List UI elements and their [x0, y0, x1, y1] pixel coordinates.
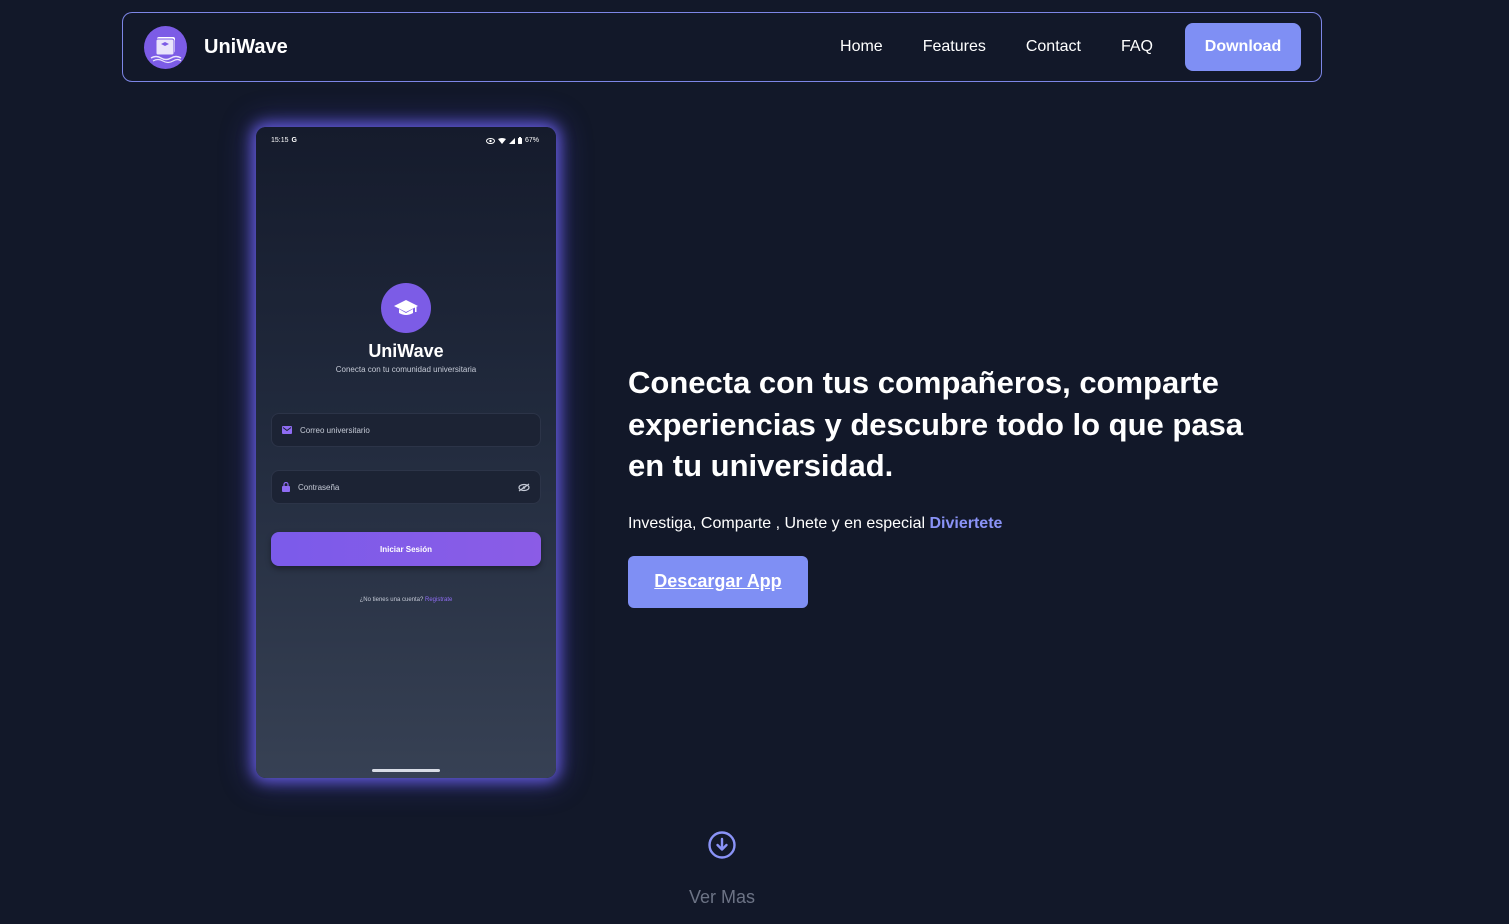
nav-links: Home Features Contact FAQ — [840, 38, 1153, 56]
phone-app-title: UniWave — [368, 341, 444, 361]
status-battery: 67% — [524, 137, 539, 144]
mail-icon — [282, 426, 292, 434]
landing-page: UniWave Home Features Contact FAQ Downlo… — [0, 0, 1509, 924]
nav-link-home[interactable]: Home — [840, 38, 883, 56]
register-link[interactable]: Registrate — [425, 597, 452, 603]
email-field[interactable]: Correo universitario — [271, 413, 541, 447]
download-button[interactable]: Download — [1185, 23, 1301, 71]
hero-title: Conecta con tus compañeros, comparte exp… — [628, 365, 1244, 483]
status-time: 15:15 — [271, 137, 289, 144]
brand-name: UniWave — [204, 35, 288, 58]
navbar: UniWave Home Features Contact FAQ Downlo… — [122, 12, 1322, 82]
nav-link-faq[interactable]: FAQ — [1121, 38, 1153, 56]
battery-icon — [517, 137, 522, 144]
see-more-label[interactable]: Ver Mas — [689, 887, 755, 908]
password-field[interactable]: Contraseña — [271, 470, 541, 504]
signal-icon — [508, 137, 515, 144]
wifi-icon — [497, 137, 506, 144]
register-text: ¿No tienes una cuenta? — [359, 597, 424, 603]
login-button[interactable]: Iniciar Sesión — [271, 532, 541, 566]
status-right: 67% — [485, 137, 539, 144]
google-icon: G — [291, 137, 297, 144]
see-more[interactable]: Ver Mas — [672, 830, 772, 908]
nav-link-features[interactable]: Features — [923, 38, 986, 56]
brand[interactable]: UniWave — [144, 25, 288, 69]
nav-right: Home Features Contact FAQ Download — [840, 23, 1301, 71]
phone-status-bar: 15:15 G 67% — [271, 137, 539, 144]
hero-section: Conecta con tus compañeros, comparte exp… — [628, 362, 1248, 608]
download-app-button[interactable]: Descargar App — [628, 555, 808, 608]
lock-icon — [282, 482, 290, 492]
status-left: 15:15 G — [271, 137, 297, 144]
nav-link-contact[interactable]: Contact — [1026, 38, 1081, 56]
phone-mockup: 15:15 G 67% UniWave Conecta con tu comun… — [256, 127, 556, 778]
hero-subtitle-accent: Diviertete — [929, 514, 1003, 532]
arrow-down-circle-icon[interactable] — [707, 830, 737, 860]
phone-app-subtitle: Conecta con tu comunidad universitaria — [335, 365, 477, 374]
register-prompt: ¿No tienes una cuenta? Registrate — [256, 597, 556, 603]
home-indicator — [372, 769, 440, 772]
email-placeholder: Correo universitario — [300, 425, 370, 435]
hero-subtitle: Investiga, Comparte , Unete y en especia… — [628, 515, 1248, 533]
eye-off-icon[interactable] — [518, 483, 530, 492]
eye-icon — [485, 137, 495, 144]
book-wave-logo-icon — [144, 25, 187, 69]
graduation-cap-icon — [381, 283, 431, 333]
password-placeholder: Contraseña — [298, 482, 340, 492]
hero-subtitle-text: Investiga, Comparte , Unete y en especia… — [628, 514, 926, 532]
